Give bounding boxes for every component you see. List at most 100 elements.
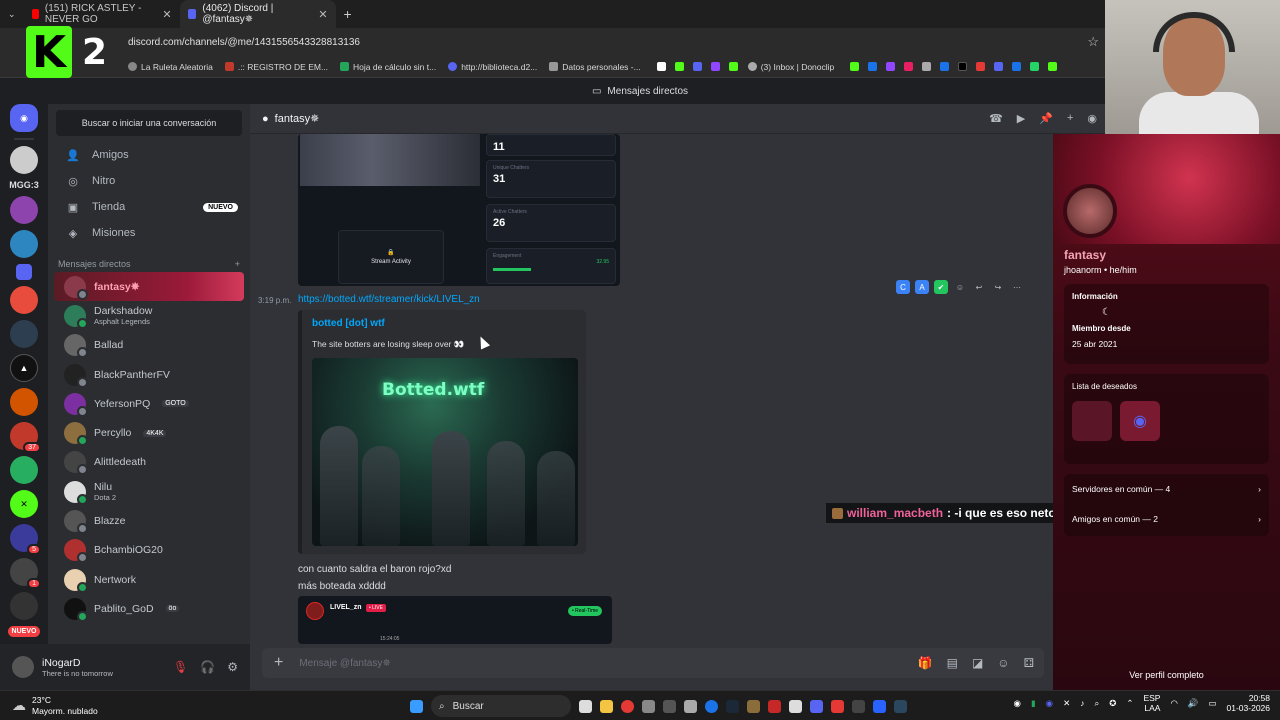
edge-icon[interactable] [705, 699, 718, 713]
server-icon[interactable] [16, 264, 32, 280]
bookmark-icon[interactable] [994, 62, 1004, 71]
dm-item-ballad[interactable]: Ballad [54, 331, 244, 360]
bookmark-sheets[interactable]: Hoja de cálculo sin t... [340, 62, 436, 72]
server-icon[interactable] [10, 196, 38, 224]
dm-item-nilu[interactable]: Nilu Dota 2 [54, 477, 244, 506]
file-explorer-icon[interactable] [600, 699, 613, 713]
server-icon[interactable] [10, 286, 38, 314]
dm-item-yeferson[interactable]: YefersonPQ GOTO [54, 389, 244, 418]
video-call-icon[interactable]: ▶ [1017, 112, 1025, 125]
pin-icon[interactable]: 📌 [1039, 112, 1053, 125]
chevron-up-icon[interactable]: ⌃ [1126, 698, 1133, 709]
nav-shop[interactable]: ▣ Tienda NUEVO [54, 194, 244, 220]
bookmark-icon[interactable] [850, 62, 860, 71]
dm-item-pablito[interactable]: Pablito_GoD öo [54, 594, 244, 623]
server-icon[interactable] [10, 456, 38, 484]
chrome-icon[interactable] [621, 699, 634, 713]
reaction-a-icon[interactable]: A [915, 280, 929, 294]
bookmark-icon[interactable] [1012, 62, 1022, 71]
discord-taskbar-icon[interactable] [810, 699, 823, 713]
server-folder-label[interactable]: MGG:3 [9, 180, 39, 190]
dm-item-bchambi[interactable]: BchambiOG20 [54, 536, 244, 565]
server-icon[interactable]: 37 [10, 422, 41, 453]
attach-plus-icon[interactable]: + [274, 654, 283, 672]
wishlist-item[interactable]: ◉ [1120, 401, 1160, 441]
discord-home-icon[interactable]: ◉ [10, 104, 38, 132]
bookmark-icon[interactable] [958, 62, 968, 71]
dm-item-blazze[interactable]: Blazze [54, 506, 244, 535]
weather-widget[interactable]: ☁ 23°C Mayorm. nublado [0, 695, 98, 715]
url-text[interactable]: discord.com/channels/@me/143155654332881… [128, 37, 360, 48]
tray-icon[interactable]: ▮ [1031, 698, 1036, 709]
language-indicator[interactable]: ESP LAA [1143, 693, 1160, 713]
whatsapp-icon[interactable] [1030, 62, 1040, 71]
bookmark-registro[interactable]: .:: REGISTRO DE EM... [224, 62, 328, 72]
server-icon[interactable] [10, 592, 38, 620]
steam-icon[interactable] [894, 699, 907, 713]
user-profile-icon[interactable]: ◉ [1087, 112, 1097, 125]
embed-provider[interactable]: botted [dot] wtf [312, 318, 576, 329]
settings-gear-icon[interactable]: ⚙ [227, 660, 238, 674]
server-icon[interactable] [10, 320, 38, 348]
dm-item-fantasy[interactable]: fantasy✵ [54, 272, 244, 302]
tray-icon[interactable]: ✪ [1109, 698, 1116, 709]
dm-item-darkshadow[interactable]: Darkshadow Asphalt Legends [54, 301, 244, 330]
mutual-friends-row[interactable]: Amigos en común — 2 › [1064, 504, 1269, 534]
task-view-icon[interactable] [579, 699, 592, 713]
emoji-icon[interactable]: ☺ [997, 656, 1009, 670]
reply-icon[interactable]: ↩ [972, 280, 986, 294]
app-icon[interactable] [642, 699, 655, 713]
embed-image[interactable]: Botted.wtf [312, 358, 578, 546]
mutual-servers-row[interactable]: Servidores en común — 4 › [1064, 474, 1269, 504]
app-icon[interactable] [789, 699, 802, 713]
mute-mic-icon[interactable]: 🎙 [173, 660, 188, 674]
address-bar[interactable]: discord.com/channels/@me/143155654332881… [0, 28, 1105, 56]
tray-icon[interactable]: ♪ [1080, 698, 1084, 708]
reaction-c-icon[interactable]: C [896, 280, 910, 294]
app-icon[interactable] [831, 699, 844, 713]
wifi-icon[interactable]: ◠ [1170, 698, 1177, 709]
server-icon[interactable]: ✕ [10, 490, 38, 518]
tray-icon[interactable]: ◉ [1046, 698, 1053, 709]
steam-icon[interactable] [726, 699, 739, 713]
gift-icon[interactable]: 🎁 [918, 656, 933, 670]
battery-icon[interactable]: ▭ [1208, 698, 1216, 709]
dm-item-percyllo[interactable]: Percyllo 4K4K [54, 418, 244, 447]
nav-nitro[interactable]: ◎ Nitro [54, 168, 244, 194]
bookmark-ruleta[interactable]: La Ruleta Aleatoria [128, 62, 213, 72]
message-input[interactable]: + Mensaje @fantasy✵ 🎁 ▤ ◪ ☺ ⚃ [262, 648, 1044, 678]
profile-avatar[interactable] [1063, 184, 1117, 238]
tray-icon[interactable]: ◉ [1014, 698, 1021, 709]
gif-icon[interactable]: ▤ [947, 656, 958, 670]
voice-call-icon[interactable]: ☎ [989, 112, 1003, 125]
bookmark-icon[interactable] [922, 62, 932, 71]
tray-icon[interactable]: ⌕ [1094, 698, 1099, 709]
forward-icon[interactable]: ↪ [991, 280, 1005, 294]
input-placeholder[interactable]: Mensaje @fantasy✵ [299, 658, 390, 669]
bookmark-datos[interactable]: Datos personales -... [549, 62, 641, 72]
dm-item-nertwork[interactable]: Nertwork [54, 565, 244, 594]
stats-image-attachment[interactable]: 11 Unique Chatters 31 Active Chatters 26 E… [298, 134, 620, 286]
browser-tab-discord[interactable]: (4062) Discord | @fantasy✵ ✕ [179, 0, 336, 28]
windows-start-icon[interactable] [410, 699, 423, 713]
app-icon[interactable] [873, 699, 886, 713]
new-tab-button[interactable]: + [336, 6, 360, 22]
add-friends-icon[interactable]: + [1067, 112, 1073, 125]
bookmark-icon[interactable] [886, 62, 896, 71]
app-icon[interactable] [663, 699, 676, 713]
app-icon[interactable] [852, 699, 865, 713]
tab-search-chevron-icon[interactable]: ⌄ [0, 9, 24, 20]
search-conversation-button[interactable]: Buscar o iniciar una conversación [56, 110, 242, 136]
app-icon[interactable] [747, 699, 760, 713]
apps-icon[interactable]: ⚃ [1024, 656, 1034, 670]
bookmark-icon[interactable] [656, 62, 666, 71]
app-icon[interactable] [684, 699, 697, 713]
reaction-check-icon[interactable]: ✔ [934, 280, 948, 294]
server-icon[interactable]: ▲ [10, 354, 38, 382]
nav-friends[interactable]: 👤 Amigos [54, 142, 244, 168]
bookmark-icon[interactable] [692, 62, 702, 71]
server-icon[interactable] [10, 146, 38, 174]
server-icon[interactable]: 1 [10, 558, 41, 589]
dm-item-blackpanther[interactable]: BlackPantherFV [54, 360, 244, 389]
bookmark-icon[interactable] [940, 62, 950, 71]
